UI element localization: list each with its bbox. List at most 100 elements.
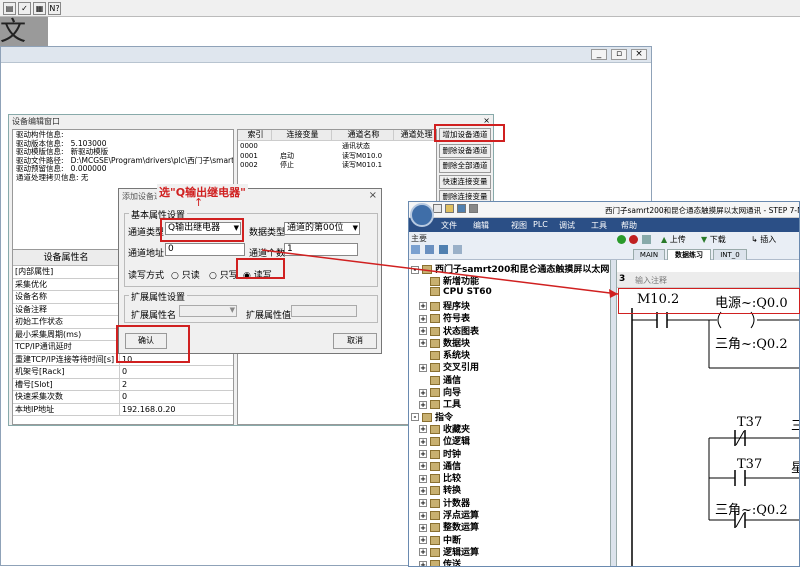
tree-item[interactable]: 新增功能 — [419, 274, 479, 287]
rw-readonly[interactable]: ○ 只读 — [171, 268, 200, 281]
collapse-icon[interactable]: - — [411, 265, 419, 274]
cancel-button[interactable]: 取消 — [333, 333, 377, 349]
download-button[interactable]: ▼ 下载 — [701, 234, 726, 245]
tree-item[interactable]: CPU ST60 — [419, 286, 492, 300]
run-icon[interactable] — [617, 235, 626, 244]
tree-item[interactable]: + 符号表 — [419, 311, 470, 324]
tree-item[interactable]: + 通信 — [419, 459, 461, 472]
open-icon[interactable] — [424, 245, 434, 254]
tree-item[interactable]: + 工具 — [419, 397, 461, 410]
save-icon[interactable] — [438, 245, 448, 254]
expand-icon[interactable]: + — [419, 363, 427, 372]
maximize-button[interactable]: ▫ — [611, 49, 627, 60]
view-icon[interactable] — [452, 245, 462, 254]
channel-row[interactable]: 0002 停止 读写M010.1 — [238, 161, 436, 171]
menu-item[interactable]: 文件 — [441, 220, 457, 231]
upload-button[interactable]: ▲ 上传 — [661, 234, 686, 245]
channel-header[interactable]: 通道名称 — [332, 130, 394, 141]
side-button[interactable]: 快速连接变量 — [439, 174, 491, 189]
expand-icon[interactable]: + — [419, 314, 427, 323]
expand-icon[interactable]: + — [419, 548, 427, 557]
rw-writeonly[interactable]: ○ 只写 — [209, 268, 238, 281]
tree-item[interactable]: + 比较 — [419, 471, 461, 484]
expand-icon[interactable]: + — [419, 450, 427, 458]
menu-item[interactable]: 调试 — [559, 220, 575, 231]
expand-icon[interactable]: + — [419, 339, 427, 348]
tree-item[interactable]: - 西门子samrt200和昆仑通态触摸屏以太网 — [411, 262, 609, 275]
data-type-select[interactable]: 通道的第00位 ▼ — [284, 222, 360, 235]
open-folder-icon[interactable] — [445, 204, 454, 213]
new-icon[interactable] — [411, 245, 420, 254]
ext-value-input[interactable] — [291, 305, 357, 317]
close-button[interactable]: × — [631, 49, 647, 60]
channel-row[interactable]: 0000 通讯状态 — [238, 142, 436, 152]
insert-button[interactable]: ↳ 插入 — [751, 234, 776, 245]
tree-item[interactable]: + 数据块 — [419, 336, 470, 349]
editor-tab[interactable]: MAIN — [633, 249, 665, 260]
ext-name-select[interactable]: ▼ — [179, 305, 237, 317]
minimize-button[interactable]: _ — [591, 49, 607, 60]
channel-header[interactable]: 通道处理 — [394, 130, 436, 141]
expand-icon[interactable]: + — [419, 474, 427, 483]
editor-tab[interactable]: INT_0 — [713, 249, 747, 260]
check-icon[interactable]: ✓ — [18, 2, 31, 15]
tree-item[interactable]: + 计数器 — [419, 496, 470, 509]
expand-icon[interactable]: + — [419, 425, 427, 434]
tree-item[interactable]: + 传送 — [419, 557, 461, 566]
prop-value[interactable]: 0 — [120, 366, 233, 379]
tree-item[interactable]: + 浮点运算 — [419, 508, 479, 521]
side-button[interactable]: 删除全部通道 — [439, 159, 491, 173]
tree-item[interactable]: + 交叉引用 — [419, 360, 479, 373]
channel-header[interactable]: 连接变量 — [272, 130, 332, 141]
tree-item[interactable]: - 指令 — [411, 410, 453, 423]
expand-icon[interactable]: + — [419, 400, 427, 409]
menu-item[interactable]: 编辑 — [473, 220, 489, 231]
tree-item[interactable]: + 程序块 — [419, 299, 470, 312]
channel-header[interactable]: 索引 — [238, 130, 272, 141]
address-input[interactable]: 0 — [165, 243, 245, 256]
expand-icon[interactable]: + — [419, 486, 427, 495]
collapse-icon[interactable]: - — [411, 413, 419, 422]
menu-item[interactable]: 帮助 — [621, 220, 637, 231]
expand-icon[interactable]: + — [419, 462, 427, 471]
menu-item[interactable]: 工具 — [591, 220, 607, 231]
tree-item[interactable]: + 转换 — [419, 483, 461, 496]
print-icon[interactable] — [469, 204, 478, 213]
expand-icon[interactable]: + — [419, 499, 427, 508]
tree-item[interactable]: + 中断 — [419, 533, 461, 546]
new-file-icon[interactable] — [433, 204, 442, 213]
prop-value[interactable]: 2 — [120, 379, 233, 391]
expand-icon[interactable]: + — [419, 388, 427, 397]
expand-icon[interactable]: + — [419, 511, 427, 520]
dialog-close-icon[interactable]: × — [369, 190, 377, 201]
tree-item[interactable]: + 逻辑运算 — [419, 545, 479, 558]
tree-item[interactable]: + 整数运算 — [419, 520, 479, 533]
tree-item[interactable]: + 状态图表 — [419, 324, 479, 337]
stop-icon[interactable] — [629, 235, 638, 244]
expand-icon[interactable]: + — [419, 302, 427, 311]
tree-item[interactable]: + 位逻辑 — [419, 434, 470, 447]
tree-item[interactable]: + 向导 — [419, 385, 461, 398]
expand-icon[interactable]: + — [419, 437, 427, 446]
help-cursor-icon[interactable]: N? — [48, 2, 61, 15]
side-button[interactable]: 删除设备通道 — [439, 143, 491, 158]
tree-item[interactable]: 系统块 — [419, 348, 470, 361]
count-input[interactable]: 1 — [284, 243, 358, 256]
channel-row[interactable]: 0001 启动 读写M010.0 — [238, 152, 436, 162]
menu-item[interactable]: PLC — [533, 220, 548, 229]
prop-value[interactable]: 0 — [120, 391, 233, 404]
menu-item[interactable]: 视图 — [511, 220, 527, 231]
save-icon[interactable] — [457, 204, 466, 213]
tree-item[interactable]: + 收藏夹 — [419, 422, 470, 435]
compile-icon[interactable] — [642, 235, 651, 244]
form-icon[interactable]: ▤ — [3, 2, 16, 15]
tree-item[interactable]: 通信 — [419, 373, 461, 386]
expand-icon[interactable]: + — [419, 560, 427, 566]
tree-icon[interactable]: ▦ — [33, 2, 46, 15]
prop-value[interactable]: 192.168.0.20 — [120, 404, 233, 416]
editor-tab[interactable]: 数据练习 — [667, 249, 711, 260]
expand-icon[interactable]: + — [419, 536, 427, 545]
expand-icon[interactable]: + — [419, 327, 427, 335]
expand-icon[interactable]: + — [419, 523, 427, 532]
tree-item[interactable]: + 时钟 — [419, 447, 461, 460]
